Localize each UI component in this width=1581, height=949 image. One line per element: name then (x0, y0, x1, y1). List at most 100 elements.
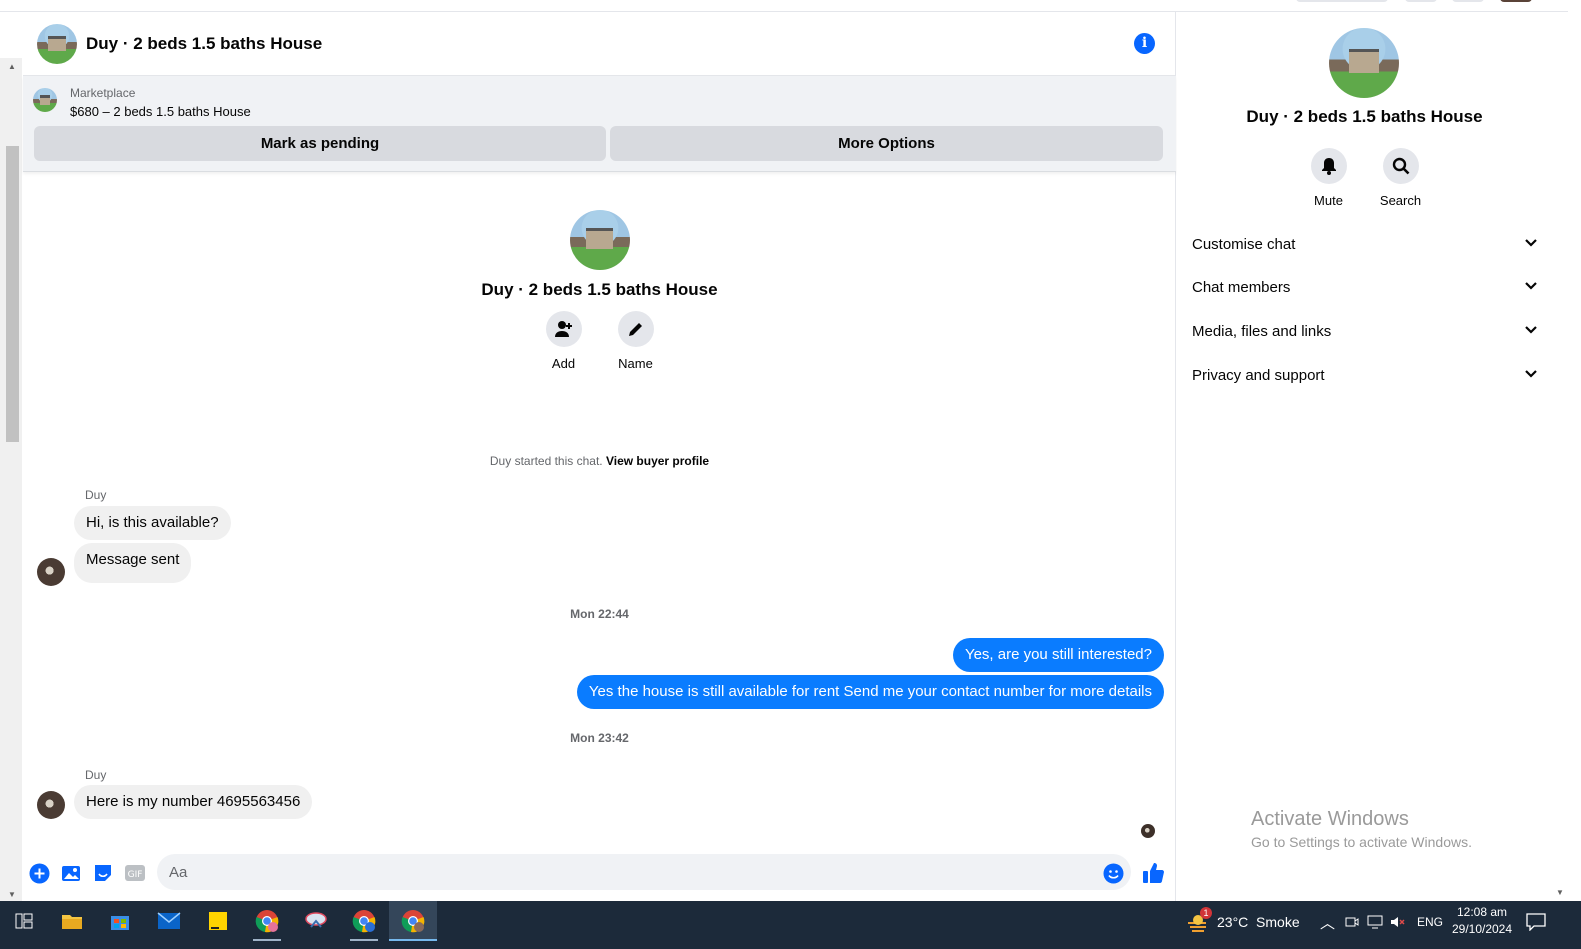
mute-button[interactable]: Mute (1310, 148, 1347, 208)
clock-date: 29/10/2024 (1451, 922, 1513, 936)
conversation-avatar[interactable] (37, 23, 77, 64)
store-icon[interactable] (96, 901, 144, 941)
top-pill (1405, 0, 1437, 2)
top-avatar (1500, 0, 1532, 2)
info-title: Duy · 2 beds 1.5 baths House (1246, 107, 1483, 126)
chevron-down-icon (1525, 326, 1537, 334)
intro-title: Duy · 2 beds 1.5 baths House (481, 280, 718, 299)
chat-started-notice: Duy started this chat. View buyer profil… (23, 454, 1176, 468)
marketplace-bar: Marketplace $680 – 2 beds 1.5 baths Hous… (23, 76, 1176, 172)
chat-intro: Duy · 2 beds 1.5 baths House Add Name (23, 210, 1176, 371)
section-media-files-links[interactable]: Media, files and links (1177, 311, 1552, 351)
seen-indicator (1141, 824, 1155, 838)
started-text: Duy started this chat. (489, 454, 603, 468)
incoming-message[interactable]: Here is my number 4695563456 (74, 785, 313, 819)
intro-avatar (569, 210, 630, 270)
scroll-down-arrow-icon[interactable]: ▼ (8, 890, 16, 899)
thumbs-up-icon[interactable] (1142, 862, 1164, 884)
weather-text[interactable]: 23°C Smoke (1217, 914, 1300, 930)
file-explorer-icon[interactable] (48, 901, 96, 941)
left-scrollbar[interactable]: ▲ ▼ (0, 58, 22, 901)
sticker-icon[interactable] (92, 862, 114, 884)
listing-thumbnail[interactable] (33, 88, 57, 112)
weather-icon[interactable]: 1 (1186, 907, 1212, 933)
sticky-notes-icon[interactable] (194, 901, 242, 941)
edit-name-button[interactable]: Name (617, 311, 654, 371)
chrome-active-icon[interactable] (389, 901, 437, 941)
search-icon (1382, 148, 1419, 184)
incoming-message[interactable]: Hi, is this available? (74, 506, 231, 540)
section-label: Chat members (1192, 278, 1291, 296)
gif-label: GIF (128, 870, 143, 880)
add-people-button[interactable]: Add (545, 311, 582, 371)
intro-actions: Add Name (23, 311, 1176, 371)
search-label: Search (1379, 193, 1422, 208)
info-actions: Mute Search (1177, 148, 1552, 208)
sender-avatar[interactable] (37, 791, 65, 819)
add-person-icon (545, 311, 582, 347)
view-buyer-profile-link[interactable]: View buyer profile (606, 454, 709, 468)
section-label: Customise chat (1192, 235, 1296, 253)
watermark-line1: Activate Windows (1251, 808, 1409, 830)
section-customise-chat[interactable]: Customise chat (1177, 224, 1552, 264)
name-label: Name (618, 356, 653, 371)
volume-muted-icon[interactable] (1390, 915, 1406, 934)
activate-windows-watermark: Activate Windows Go to Settings to activ… (1251, 808, 1472, 850)
photo-icon[interactable] (60, 862, 82, 884)
composer: GIF (23, 852, 1176, 892)
info-panel: Duy · 2 beds 1.5 baths House Mute Search… (1177, 12, 1552, 901)
snipping-tool-icon[interactable] (292, 901, 340, 941)
bell-icon (1310, 148, 1347, 184)
outgoing-message[interactable]: Yes, are you still interested? (952, 638, 1164, 672)
top-pill (1452, 0, 1484, 2)
pencil-icon (617, 311, 654, 347)
mail-icon[interactable] (145, 901, 193, 941)
watermark-line2: Go to Settings to activate Windows. (1251, 834, 1472, 850)
marketplace-label: Marketplace (70, 86, 136, 100)
gif-icon[interactable]: GIF (124, 862, 146, 884)
network-icon[interactable] (1367, 915, 1383, 934)
message-timestamp: Mon 22:44 (570, 607, 629, 621)
section-chat-members[interactable]: Chat members (1177, 267, 1552, 307)
chevron-down-icon (1525, 370, 1537, 378)
outgoing-message[interactable]: Yes the house is still available for ren… (576, 675, 1164, 709)
incoming-message[interactable]: Message sent (74, 543, 192, 583)
chat-header: Duy · 2 beds 1.5 baths House i (23, 12, 1176, 76)
add-label: Add (551, 356, 576, 371)
plus-circle-icon[interactable] (28, 862, 50, 884)
clock-time: 12:08 am (1456, 905, 1508, 919)
emoji-icon[interactable] (1102, 862, 1124, 884)
section-label: Media, files and links (1192, 322, 1332, 340)
scroll-down-arrow-icon[interactable]: ▼ (1556, 888, 1564, 897)
search-button[interactable]: Search (1379, 148, 1422, 208)
top-pill (1296, 0, 1388, 2)
weather-badge: 1 (1200, 907, 1212, 919)
meet-now-icon[interactable] (1345, 915, 1359, 934)
message-sender: Duy (85, 768, 107, 782)
section-privacy-support[interactable]: Privacy and support (1177, 355, 1552, 395)
scrollbar-thumb[interactable] (6, 146, 19, 442)
chrome-icon[interactable] (243, 901, 291, 941)
notification-icon[interactable] (1526, 913, 1546, 936)
listing-title[interactable]: $680 – 2 beds 1.5 baths House (70, 104, 251, 119)
message-sender: Duy (85, 488, 107, 502)
more-options-button[interactable]: More Options (610, 126, 1163, 161)
info-icon[interactable]: i (1134, 33, 1155, 54)
chevron-down-icon (1525, 239, 1537, 247)
show-hidden-icons-icon[interactable]: ︿ (1320, 912, 1335, 933)
chevron-down-icon (1525, 282, 1537, 290)
sender-avatar[interactable] (37, 558, 65, 586)
mute-label: Mute (1314, 193, 1343, 208)
chrome-profile-icon[interactable] (340, 901, 388, 941)
windows-taskbar: 1 23°C Smoke ︿ ENG 12:08 am 29/10/2024 (0, 901, 1581, 949)
scroll-up-arrow-icon[interactable]: ▲ (8, 62, 16, 71)
task-view-icon[interactable] (0, 901, 48, 941)
language-indicator[interactable]: ENG (1417, 915, 1443, 929)
mark-as-pending-button[interactable]: Mark as pending (34, 126, 606, 161)
info-avatar[interactable] (1329, 28, 1399, 98)
message-input[interactable] (157, 854, 1131, 890)
conversation-title[interactable]: Duy · 2 beds 1.5 baths House (86, 34, 322, 54)
section-label: Privacy and support (1192, 366, 1325, 384)
right-scrollbar[interactable]: ▼ (1552, 12, 1568, 901)
clock[interactable]: 12:08 am 29/10/2024 (1446, 904, 1518, 938)
